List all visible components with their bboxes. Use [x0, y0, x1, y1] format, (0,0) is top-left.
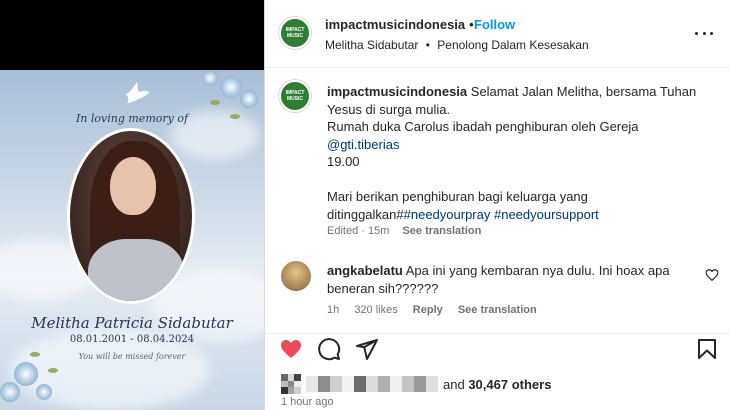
memorial-image: In loving memory of Melitha Patricia Sid… — [0, 70, 264, 410]
post-timestamp: 1 hour ago — [281, 396, 334, 408]
caption-meta: Edited · 15m See translation — [327, 225, 482, 237]
caption-age: 15m — [367, 225, 390, 237]
reply-button[interactable]: Reply — [413, 304, 443, 316]
post-media[interactable]: In loving memory of Melitha Patricia Sid… — [0, 0, 264, 410]
caption-username[interactable]: impactmusicindonesia — [327, 84, 467, 99]
username-text[interactable]: impactmusicindonesia — [325, 17, 465, 32]
likes-count[interactable]: 30,467 others — [468, 377, 551, 392]
memorial-name: Melitha Patricia Sidabutar — [31, 314, 233, 332]
caption-line3: 19.00 — [327, 154, 360, 169]
commenter-username[interactable]: angkabelatu — [327, 263, 403, 278]
comment-see-translation[interactable]: See translation — [458, 304, 537, 316]
hashtag-link[interactable]: #needyoursupport — [494, 207, 599, 222]
heart-filled-icon[interactable] — [279, 337, 303, 361]
more-icon[interactable] — [695, 24, 713, 42]
audio-artist[interactable]: Melitha Sidabutar — [325, 38, 418, 52]
heart-outline-icon[interactable] — [705, 268, 719, 282]
liker-username-blurred[interactable] — [306, 376, 438, 392]
likes-and-text: and — [443, 376, 465, 392]
flowers-top-right — [190, 70, 264, 130]
post-panel: IMPACT MUSIC impactmusicindonesia • Follo… — [264, 0, 730, 410]
flowers-bottom-left — [0, 338, 70, 410]
bookmark-icon[interactable] — [695, 337, 719, 361]
audio-separator: • — [425, 38, 430, 52]
commenter-avatar[interactable] — [281, 261, 311, 291]
edited-label: Edited — [327, 225, 359, 237]
post-header: IMPACT MUSIC impactmusicindonesia • Follo… — [265, 0, 730, 68]
liker-avatar[interactable] — [281, 374, 301, 394]
account-avatar[interactable]: IMPACT MUSIC — [279, 17, 311, 49]
audio-title[interactable]: Penolong Dalam Kesesakan — [437, 38, 588, 52]
comment-text: angkabelatu Apa ini yang kembaran nya du… — [327, 262, 699, 297]
comment-meta: 1h 320 likes Reply See translation — [327, 304, 549, 316]
share-icon[interactable] — [355, 337, 379, 361]
account-username[interactable]: impactmusicindonesia • — [325, 17, 478, 32]
caption-avatar[interactable]: IMPACT MUSIC — [279, 80, 311, 112]
audio-info[interactable]: Melitha Sidabutar • Penolong Dalam Keses… — [325, 38, 589, 52]
portrait — [67, 128, 195, 304]
mention-link[interactable]: @gti.tiberias — [327, 137, 399, 152]
comment-likes[interactable]: 320 likes — [354, 304, 397, 316]
dove-icon — [126, 82, 150, 104]
follow-button[interactable]: Follow — [474, 17, 515, 32]
caption-text: impactmusicindonesia Selamat Jalan Melit… — [327, 83, 697, 223]
hashtag-link[interactable]: #needyourpray — [404, 207, 491, 222]
likes-summary[interactable]: and 30,467 others — [281, 374, 551, 394]
comment-icon[interactable] — [317, 337, 341, 361]
caption-line2: Rumah duka Carolus ibadah penghiburan ol… — [327, 119, 639, 134]
action-bar — [265, 333, 730, 363]
comment-age: 1h — [327, 304, 340, 316]
see-translation-button[interactable]: See translation — [402, 225, 481, 237]
